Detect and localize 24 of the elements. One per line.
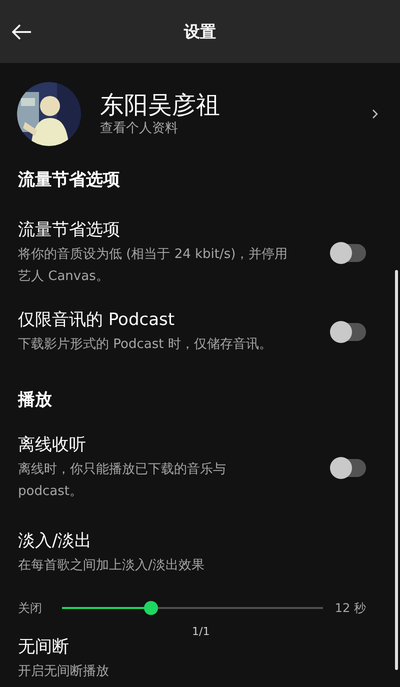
setting-description: 下载影片形式的 Podcast 时，仅储存音讯。 — [18, 336, 273, 354]
toggle-switch[interactable] — [330, 457, 366, 479]
section-heading: 播放 — [16, 388, 53, 412]
setting-description: 开启无间断播放 — [18, 663, 110, 681]
chevron-right-icon[interactable] — [372, 109, 378, 119]
setting-description: 将你的音质设为低 (相当于 24 kbit/s)，并停用艺人 Canvas。 — [18, 246, 289, 286]
slider-max-label: 12 秒 — [334, 600, 366, 617]
profile-name[interactable]: 东阳吴彦祖 — [100, 90, 372, 120]
setting-description: 在每首歌之间加上淡入/淡出效果 — [18, 557, 206, 575]
page-indicator: 1/1 — [192, 624, 210, 640]
back-arrow-icon[interactable] — [12, 24, 32, 40]
setting-title: 离线收听 — [18, 434, 86, 457]
page-title: 设置 — [184, 20, 216, 42]
slider-min-label: 关闭 — [18, 600, 43, 617]
setting-title: 仅限音讯的 Podcast — [18, 308, 175, 332]
setting-title: 流量节省选项 — [18, 218, 120, 242]
setting-title: 淡入/淡出 — [18, 530, 92, 553]
profile-subtitle[interactable]: 查看个人资料 — [100, 120, 372, 138]
toggle-switch[interactable] — [330, 242, 366, 264]
setting-title: 无间断 — [18, 636, 69, 659]
fade-slider[interactable] — [62, 601, 323, 615]
setting-description: 离线时，你只能播放已下载的音乐与 podcast。 — [18, 461, 227, 501]
toggle-switch[interactable] — [330, 320, 366, 342]
section-heading: 流量节省选项 — [17, 169, 121, 192]
